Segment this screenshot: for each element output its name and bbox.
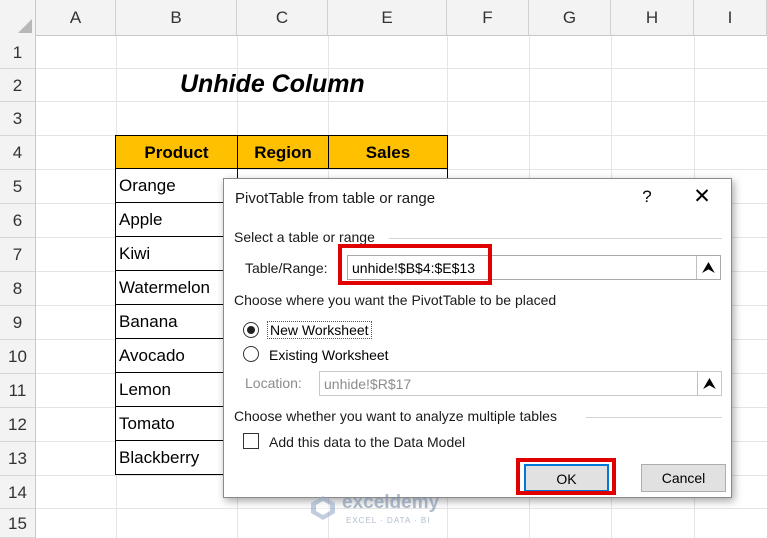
- sheet-title: Unhide Column: [180, 70, 365, 98]
- column-header-f[interactable]: F: [447, 0, 529, 36]
- column-header-g[interactable]: G: [529, 0, 611, 36]
- table-cell-product[interactable]: Orange: [115, 169, 238, 203]
- table-cell-product[interactable]: Kiwi: [115, 237, 238, 271]
- close-icon[interactable]: ✕: [692, 184, 712, 209]
- table-cell-product[interactable]: Blackberry: [115, 441, 238, 475]
- table-cell-product[interactable]: Watermelon: [115, 271, 238, 305]
- collapse-range-icon[interactable]: ⮝: [697, 372, 721, 395]
- row-header-3[interactable]: 3: [0, 102, 36, 136]
- select-all-triangle-icon: [18, 19, 32, 33]
- column-header-e[interactable]: E: [328, 0, 447, 36]
- column-header-i[interactable]: I: [694, 0, 767, 36]
- existing-worksheet-radio[interactable]: [243, 346, 259, 362]
- row-header-1[interactable]: 1: [0, 36, 36, 69]
- collapse-range-icon[interactable]: ⮝: [696, 256, 720, 279]
- exceldemy-logo-icon: [311, 496, 335, 520]
- cancel-button[interactable]: Cancel: [641, 464, 726, 492]
- row-header-5[interactable]: 5: [0, 170, 36, 204]
- table-cell-product[interactable]: Apple: [115, 203, 238, 237]
- select-all-corner[interactable]: [0, 0, 36, 36]
- row-header-8[interactable]: 8: [0, 272, 36, 306]
- grid-line: [36, 101, 767, 102]
- row-header-9[interactable]: 9: [0, 306, 36, 340]
- table-cell-product[interactable]: Lemon: [115, 373, 238, 407]
- data-model-label[interactable]: Add this data to the Data Model: [269, 434, 465, 450]
- help-icon[interactable]: ?: [639, 187, 655, 207]
- exceldemy-watermark: exceldemy EXCEL · DATA · BI: [310, 491, 480, 531]
- section-divider: [389, 238, 722, 239]
- new-worksheet-label-text: New Worksheet: [267, 321, 372, 339]
- location-input[interactable]: unhide!$R$17 ⮝: [319, 371, 722, 396]
- section-divider: [586, 417, 722, 418]
- existing-worksheet-label[interactable]: Existing Worksheet: [269, 347, 389, 363]
- table-header-region[interactable]: Region: [237, 135, 329, 169]
- watermark-tagline: EXCEL · DATA · BI: [346, 516, 431, 525]
- row-header-11[interactable]: 11: [0, 374, 36, 408]
- row-header-4[interactable]: 4: [0, 136, 36, 170]
- row-header-10[interactable]: 10: [0, 340, 36, 374]
- location-label: Location:: [245, 375, 302, 391]
- row-header-14[interactable]: 14: [0, 476, 36, 509]
- table-range-label: Table/Range:: [245, 260, 328, 276]
- table-cell-product[interactable]: Tomato: [115, 407, 238, 441]
- column-header-b[interactable]: B: [116, 0, 237, 36]
- watermark-name: exceldemy: [342, 492, 440, 513]
- table-header-product[interactable]: Product: [115, 135, 238, 169]
- row-header-15[interactable]: 15: [0, 509, 36, 538]
- row-header-7[interactable]: 7: [0, 238, 36, 272]
- pivottable-dialog: PivotTable from table or range ? ✕ Selec…: [223, 178, 732, 498]
- column-header-c[interactable]: C: [237, 0, 328, 36]
- location-value: unhide!$R$17: [324, 376, 412, 392]
- multiple-tables-section-label: Choose whether you want to analyze multi…: [234, 408, 557, 424]
- table-cell-product[interactable]: Avocado: [115, 339, 238, 373]
- table-cell-product[interactable]: Banana: [115, 305, 238, 339]
- select-range-section-label: Select a table or range: [234, 229, 375, 245]
- column-header-a[interactable]: A: [36, 0, 116, 36]
- row-header-13[interactable]: 13: [0, 442, 36, 476]
- row-header-12[interactable]: 12: [0, 408, 36, 442]
- radio-selected-dot: [247, 326, 255, 334]
- range-highlight-box: [338, 244, 492, 285]
- ok-highlight-box: [516, 458, 616, 495]
- grid-line: [36, 68, 767, 69]
- column-header-h[interactable]: H: [611, 0, 694, 36]
- row-header-2[interactable]: 2: [0, 69, 36, 102]
- table-range-label-text: Table/Range:: [245, 260, 328, 276]
- row-header-6[interactable]: 6: [0, 204, 36, 238]
- data-model-checkbox[interactable]: [243, 433, 259, 449]
- table-header-sales[interactable]: Sales: [328, 135, 448, 169]
- placement-section-label: Choose where you want the PivotTable to …: [234, 292, 557, 308]
- new-worksheet-label[interactable]: New Worksheet: [267, 321, 372, 339]
- dialog-title: PivotTable from table or range: [235, 190, 436, 207]
- new-worksheet-radio[interactable]: [243, 322, 259, 338]
